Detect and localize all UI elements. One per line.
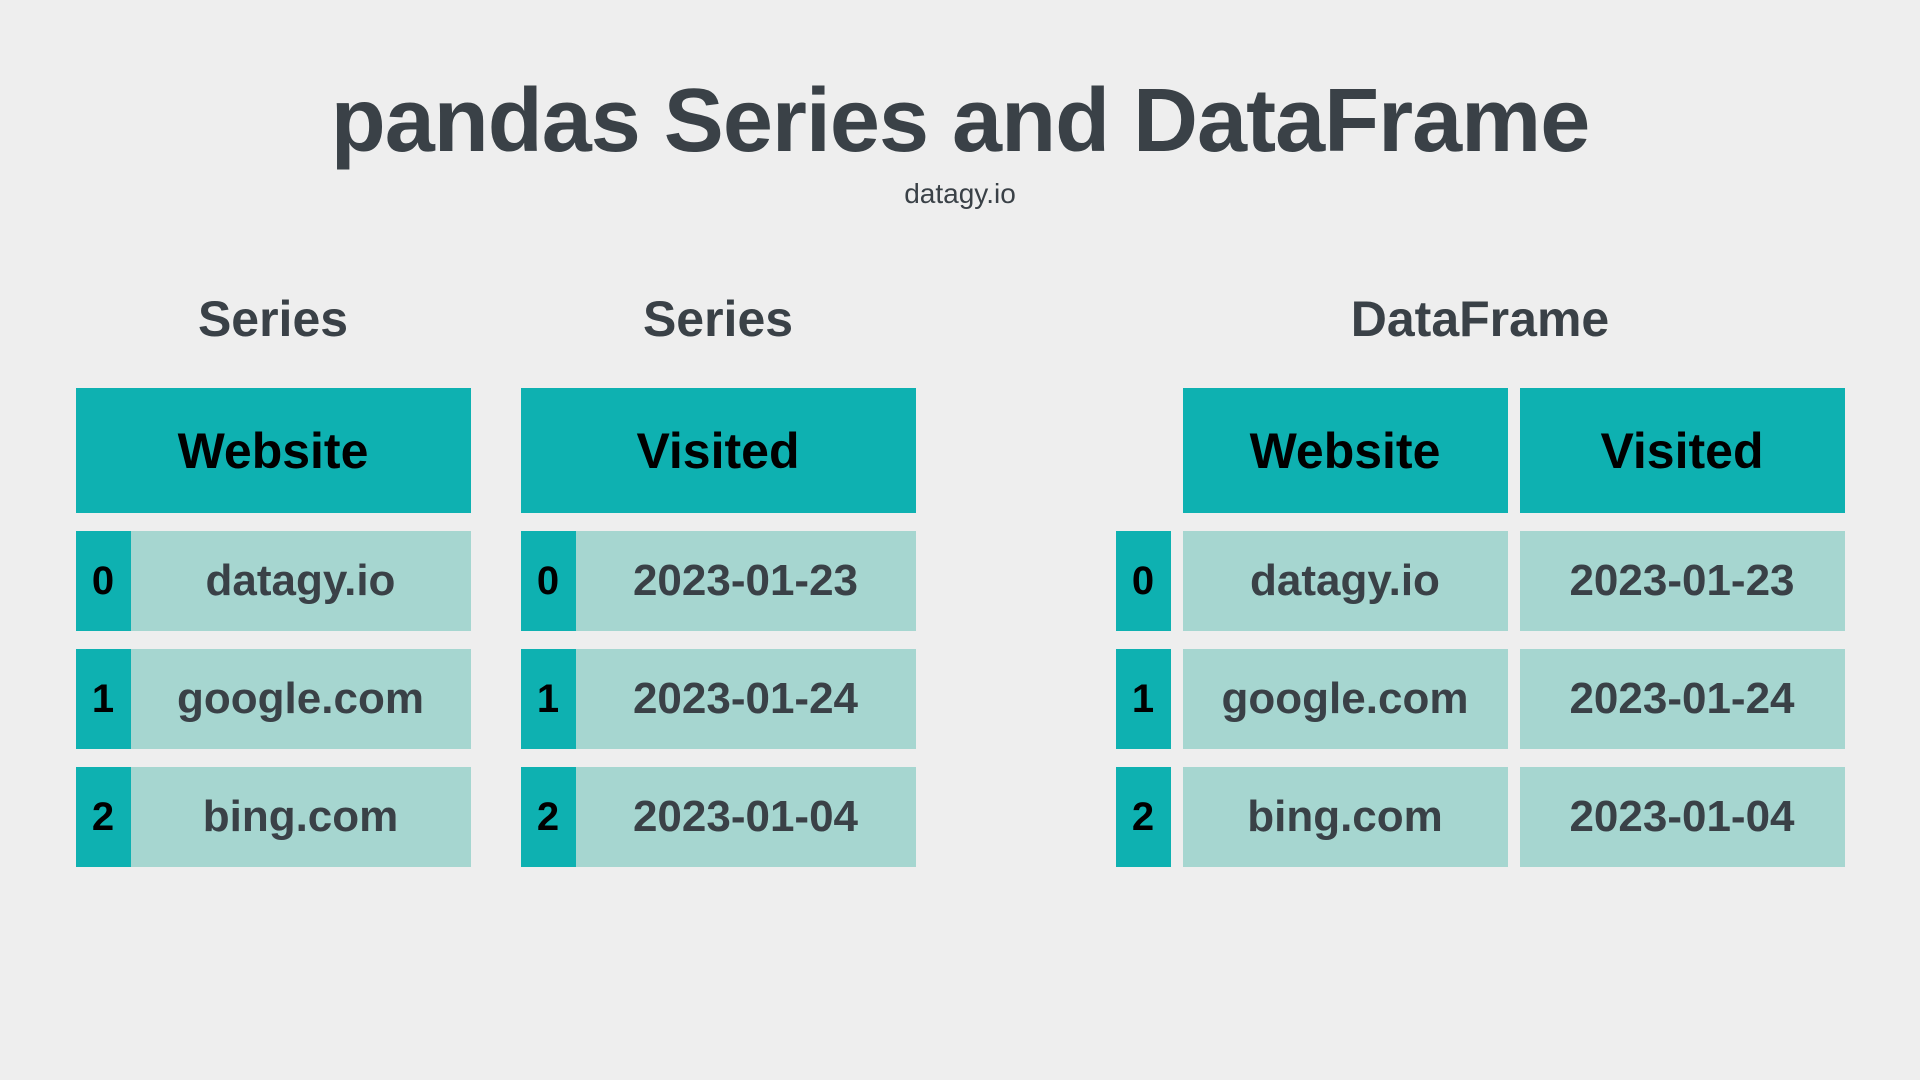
main-title: pandas Series and DataFrame	[331, 70, 1590, 173]
series1-column: Series Website 0 datagy.io 1 google.com …	[76, 290, 471, 867]
df-row: 2 bing.com 2023-01-04	[1116, 767, 1845, 867]
series1-row: 2 bing.com	[76, 767, 471, 867]
index-cell: 1	[521, 649, 576, 749]
series2-row: 2 2023-01-04	[521, 767, 916, 867]
subtitle: datagy.io	[904, 178, 1016, 210]
series1-row: 1 google.com	[76, 649, 471, 749]
series2-header: Visited	[521, 388, 916, 513]
series1-block: Website 0 datagy.io 1 google.com 2 bing.…	[76, 388, 471, 867]
columns-container: Series Website 0 datagy.io 1 google.com …	[0, 290, 1920, 867]
value-cell: 2023-01-23	[1520, 531, 1845, 631]
series1-header: Website	[76, 388, 471, 513]
series2-row: 1 2023-01-24	[521, 649, 916, 749]
value-cell: 2023-01-23	[576, 531, 916, 631]
dataframe-column: DataFrame Website Visited 0 datagy.io 20…	[1116, 290, 1845, 867]
value-cell: 2023-01-24	[1520, 649, 1845, 749]
index-cell: 1	[76, 649, 131, 749]
series2-label: Series	[643, 290, 793, 348]
value-cell: google.com	[1183, 649, 1508, 749]
df-row: 1 google.com 2023-01-24	[1116, 649, 1845, 749]
value-cell: google.com	[131, 649, 471, 749]
series1-label: Series	[198, 290, 348, 348]
value-cell: bing.com	[1183, 767, 1508, 867]
value-cell: 2023-01-04	[576, 767, 916, 867]
index-cell: 1	[1116, 649, 1171, 749]
value-cell: 2023-01-04	[1520, 767, 1845, 867]
dataframe-block: Website Visited 0 datagy.io 2023-01-23 1…	[1116, 388, 1845, 867]
value-cell: 2023-01-24	[576, 649, 916, 749]
df-header-row: Website Visited	[1183, 388, 1845, 513]
index-cell: 2	[521, 767, 576, 867]
df-header-website: Website	[1183, 388, 1508, 513]
series1-row: 0 datagy.io	[76, 531, 471, 631]
index-cell: 2	[76, 767, 131, 867]
df-header-visited: Visited	[1520, 388, 1845, 513]
index-cell: 0	[1116, 531, 1171, 631]
df-row: 0 datagy.io 2023-01-23	[1116, 531, 1845, 631]
series2-block: Visited 0 2023-01-23 1 2023-01-24 2 2023…	[521, 388, 916, 867]
series2-column: Series Visited 0 2023-01-23 1 2023-01-24…	[521, 290, 916, 867]
dataframe-label: DataFrame	[1351, 290, 1609, 348]
index-cell: 2	[1116, 767, 1171, 867]
spacer	[966, 290, 1066, 867]
value-cell: datagy.io	[1183, 531, 1508, 631]
value-cell: bing.com	[131, 767, 471, 867]
index-cell: 0	[76, 531, 131, 631]
index-cell: 0	[521, 531, 576, 631]
value-cell: datagy.io	[131, 531, 471, 631]
series2-row: 0 2023-01-23	[521, 531, 916, 631]
